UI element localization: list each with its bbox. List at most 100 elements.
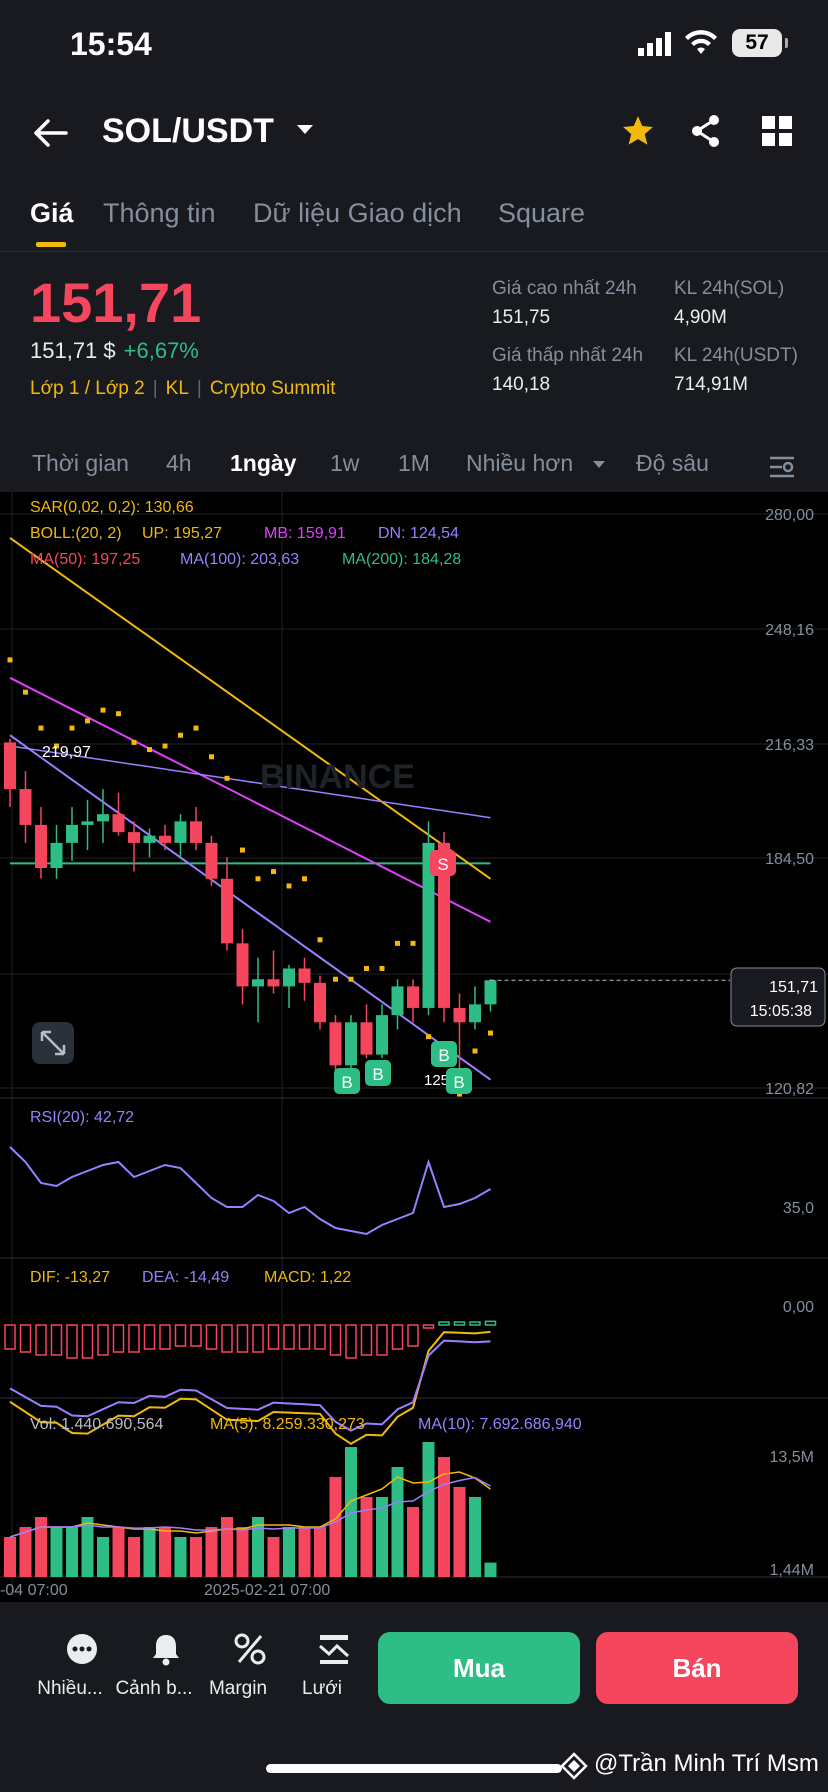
sar-dot [488,1030,493,1036]
sar-dot [302,876,307,882]
sar-dot [147,747,152,753]
tab-trading-data[interactable]: Dữ liệu Giao dịch [253,198,462,229]
interval-time[interactable]: Thời gian [32,450,129,477]
legend-sar: SAR(0,02, 0,2): 130,66 [30,499,194,516]
chart-settings-icon[interactable] [768,454,796,480]
stat-high-value: 151,75 [492,307,551,328]
interval-1m[interactable]: 1M [398,450,430,477]
macd-histogram-bar [407,1324,419,1347]
stat-low-label: Giá thấp nhất 24h [492,345,644,366]
more-button[interactable] [30,1632,110,1671]
macd-histogram-bar [283,1324,295,1350]
sar-dot [85,718,90,724]
candle-body [205,842,218,879]
tab-square[interactable]: Square [498,198,585,229]
alert-label[interactable]: Cảnh b... [109,1678,199,1700]
macd-histogram-bar [66,1324,78,1359]
share-icon[interactable] [690,114,722,148]
price-axis-label: 280,00 [765,507,814,524]
price-usd: 151,71 $ [30,338,116,363]
sell-button[interactable]: Bán [596,1632,798,1704]
volume-bar [159,1527,171,1577]
pair-title[interactable]: SOL/USDT [102,112,274,151]
sar-dot [178,732,183,738]
price-axis-label: 184,50 [765,851,814,868]
interval-1d[interactable]: 1ngày [230,450,296,477]
current-price-tag: 151,71 15:05:38 [730,967,826,1027]
macd-histogram-bar [236,1324,249,1353]
sar-dot [23,689,28,695]
boll-upper-line [9,537,492,880]
tag-kl[interactable]: KL [166,378,189,399]
buy-signal-marker: B [431,1041,457,1067]
margin-button[interactable] [198,1632,278,1671]
macd-histogram-bar [453,1321,466,1326]
legend-boll: BOLL:(20, 2) [30,525,122,542]
sar-dot [193,725,199,731]
star-icon[interactable] [620,114,656,148]
stat-vol-sol-label: KL 24h(SOL) [674,278,785,299]
grid-label[interactable]: Lưới [277,1678,367,1700]
current-price-tag-price: 151,71 [769,979,818,996]
candle-body [252,979,264,987]
grid-menu-icon[interactable] [762,116,792,146]
diamond-logo-icon [560,1752,588,1780]
macd-histogram-bar [143,1324,156,1350]
legend-dif: DIF: -13,27 [30,1269,110,1286]
buy-button[interactable]: Mua [378,1632,580,1704]
buy-signal-label: B [453,1073,464,1092]
macd-axis-label: 0,00 [783,1299,814,1316]
candlestick-chart[interactable]: BINANCE SAR(0,02, 0,2): 130,66 BOLL:(20,… [0,492,828,1602]
stat-vol-usdt-value: 714,91M [674,374,748,395]
macd-histogram-bar [314,1324,326,1350]
macd-histogram-bar [329,1324,342,1356]
chevron-down-icon[interactable] [296,124,314,136]
app-screen: { "status_bar": {"time": "15:54", "batte… [0,0,828,1792]
tab-info[interactable]: Thông tin [103,198,216,229]
candle-body [128,832,140,843]
interval-4h[interactable]: 4h [166,450,192,477]
price-usd-row: 151,71 $ +6,67% [30,338,199,364]
volume-bar [66,1527,78,1577]
macd-histogram-bar [112,1324,125,1353]
sar-dot [333,976,338,982]
creator-credit: @Trần Minh Trí Msm [594,1750,819,1777]
chevron-down-icon[interactable] [592,460,606,470]
buy-signal-marker: B [446,1068,472,1094]
volume-bar [391,1467,404,1577]
macd-histogram-bar [469,1321,481,1326]
tag-layer[interactable]: Lớp 1 / Lớp 2 [30,378,145,399]
tag-crypto-summit[interactable]: Crypto Summit [210,378,336,399]
top-header: SOL/USDT [0,100,828,166]
interval-1w[interactable]: 1w [330,450,359,477]
legend-volume: Vol: 1.440.690,564 [30,1416,164,1433]
buy-signal-label: B [341,1073,352,1092]
alert-button[interactable] [114,1632,194,1671]
interval-more[interactable]: Nhiều hơn [466,450,573,477]
grid-trading-button[interactable] [282,1632,362,1671]
more-dots-icon [66,1634,97,1664]
tab-price[interactable]: Giá [30,198,74,229]
candle-body [190,821,202,843]
candle-body [283,968,295,987]
candle-body [391,986,404,1016]
sar-dot [7,657,13,663]
chart-area[interactable]: BINANCE SAR(0,02, 0,2): 130,66 BOLL:(20,… [0,492,828,1602]
volume-bar [453,1487,466,1577]
legend-boll-up: UP: 195,27 [142,525,222,542]
back-arrow-icon[interactable] [32,118,68,148]
expand-chart-button[interactable] [32,1022,74,1064]
legend-vol-ma5: MA(5): 8.259.330,273 [210,1416,365,1433]
boll-mid-line [9,676,491,923]
main-tabs: Giá Thông tin Dữ liệu Giao dịch Square [0,192,828,252]
interval-depth[interactable]: Độ sâu [636,450,709,477]
macd-histogram-bar [360,1324,373,1356]
volume-bar [298,1527,311,1577]
margin-label[interactable]: Margin [193,1678,283,1700]
status-bar: 15:54 57 [0,0,828,90]
sar-dot [286,883,292,889]
more-label[interactable]: Nhiều... [25,1678,115,1700]
volume-bar [422,1442,435,1577]
macd-histogram-bar [267,1324,280,1350]
macd-histogram-bar [81,1324,94,1359]
